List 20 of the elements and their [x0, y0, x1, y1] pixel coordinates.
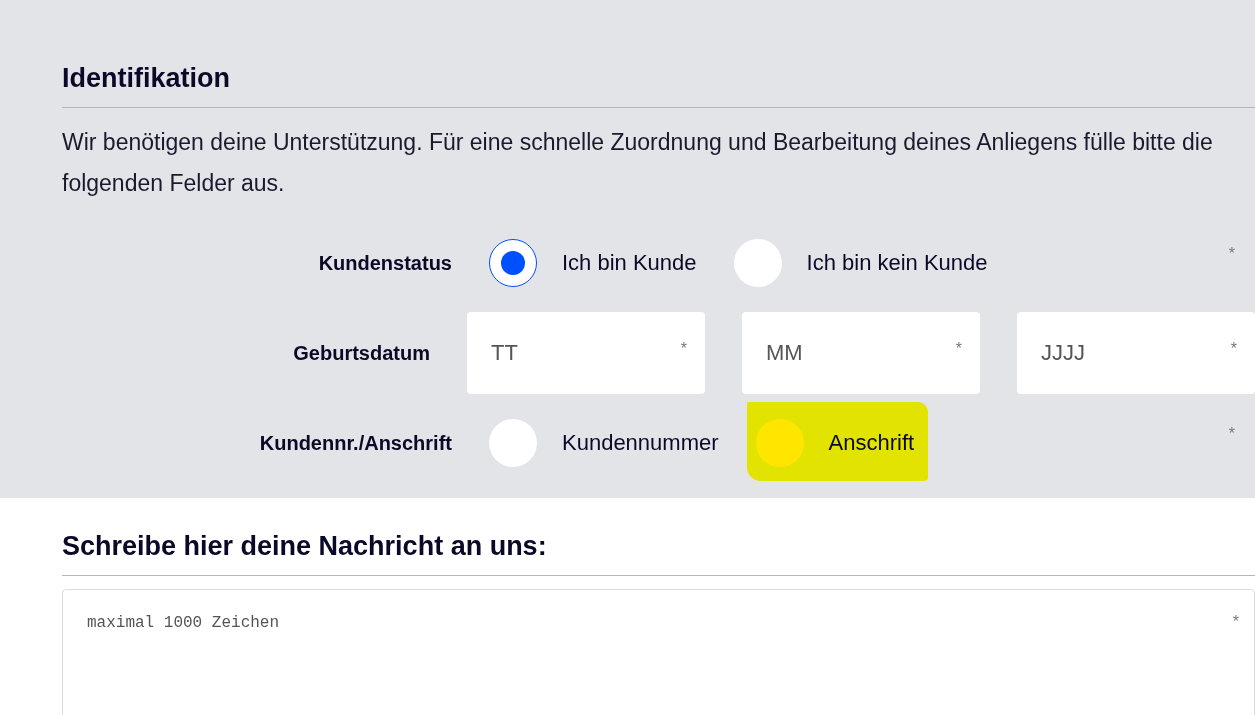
radio-button[interactable] — [489, 419, 537, 467]
field-label: Kundennr./Anschrift — [258, 431, 452, 455]
section-heading: Identifikation — [62, 58, 1255, 108]
field-label: Kundenstatus — [317, 251, 452, 275]
required-mark: * — [1228, 425, 1235, 443]
radio-label: Anschrift — [828, 430, 915, 456]
required-mark: * — [1230, 340, 1237, 358]
required-mark: * — [1232, 613, 1239, 631]
radio-button[interactable] — [489, 239, 537, 287]
radio-button[interactable] — [733, 239, 782, 287]
radio-label: Ich bin Kunde — [562, 250, 697, 276]
radio-label: Ich bin kein Kunde — [806, 250, 988, 276]
required-mark: * — [1228, 245, 1235, 263]
intro-text: Wir benötigen deine Unterstützung. Für eine schnelle Zuordnung und Bearbeitung deines Anliegens fülle bitte die folgenden Felder aus. — [62, 128, 1214, 198]
radio-button[interactable] — [755, 419, 804, 467]
required-mark: * — [680, 340, 687, 358]
field-label: Geburtsdatum — [292, 341, 430, 365]
radio-label: Kundennummer — [562, 430, 719, 456]
required-mark: * — [955, 340, 962, 358]
section-heading: Schreibe hier deine Nachricht an uns: — [62, 526, 1255, 576]
